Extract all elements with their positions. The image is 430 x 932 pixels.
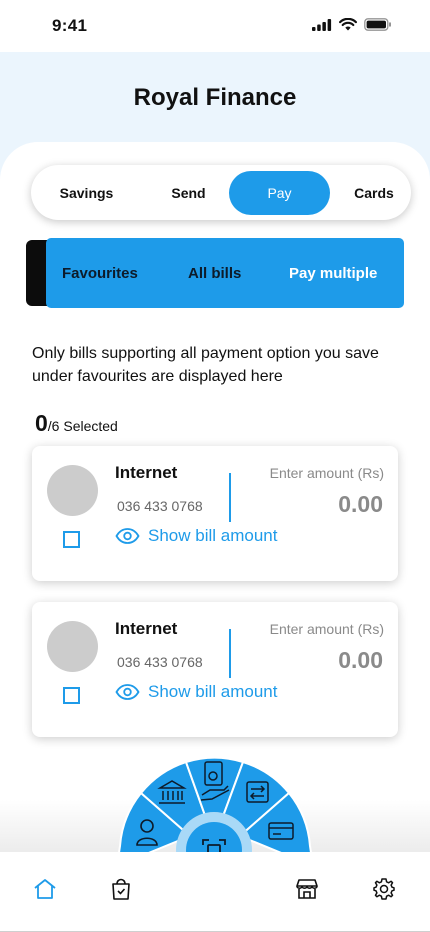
eye-icon (115, 684, 140, 700)
home-icon (34, 879, 56, 899)
nav-settings[interactable] (369, 874, 399, 904)
status-icons (312, 18, 392, 31)
card-divider (229, 473, 231, 522)
tab-cards[interactable]: Cards (337, 171, 411, 215)
tab-send[interactable]: Send (141, 171, 236, 215)
settings-icon (373, 878, 395, 900)
subtab-all-bills[interactable]: All bills (188, 238, 241, 308)
wifi-icon (339, 18, 357, 31)
info-text: Only bills supporting all payment option… (32, 345, 379, 385)
show-bill-amount-link[interactable]: Show bill amount (115, 682, 277, 702)
store-icon (296, 879, 318, 899)
biller-avatar (47, 621, 98, 672)
selected-label: /6 Selected (47, 418, 118, 434)
tab-savings[interactable]: Savings (39, 171, 134, 215)
battery-icon (364, 18, 391, 31)
tab-pay[interactable]: Pay (229, 171, 330, 215)
amount-input[interactable]: 0.00 (338, 647, 383, 674)
show-bill-amount-link[interactable]: Show bill amount (115, 526, 277, 546)
subtab-pay-multiple[interactable]: Pay multiple (289, 238, 377, 308)
show-bill-amount-label: Show bill amount (148, 526, 278, 545)
main-tabs: Savings Send Pay Cards (31, 165, 411, 220)
selected-count: 0 /6 Selected (35, 410, 118, 437)
amount-input[interactable]: 0.00 (338, 491, 383, 518)
bill-card[interactable]: Internet 036 433 0768 Enter amount (Rs) … (32, 446, 398, 581)
nav-store[interactable] (292, 874, 322, 904)
bill-subtabs: Favourites All bills Pay multiple (46, 238, 404, 308)
amount-label: Enter amount (Rs) (269, 465, 384, 481)
bottom-navigation (0, 852, 430, 932)
selected-number: 0 (35, 410, 48, 436)
bill-number: 036 433 0768 (117, 498, 203, 514)
nav-home[interactable] (30, 874, 60, 904)
card-divider (229, 629, 231, 678)
eye-icon (115, 528, 140, 544)
bill-number: 036 433 0768 (117, 654, 203, 670)
nav-shopping[interactable] (106, 874, 136, 904)
show-bill-amount-label: Show bill amount (148, 682, 278, 701)
bill-name: Internet (115, 619, 178, 638)
status-bar: 9:41 (0, 0, 430, 52)
bill-name: Internet (115, 463, 178, 482)
status-time: 9:41 (52, 16, 88, 35)
page-title: Royal Finance (133, 84, 297, 111)
cellular-signal-icon (312, 18, 332, 31)
subtab-favourites[interactable]: Favourites (62, 238, 138, 308)
select-bill-checkbox[interactable] (63, 687, 80, 704)
bill-card[interactable]: Internet 036 433 0768 Enter amount (Rs) … (32, 602, 398, 737)
biller-avatar (47, 465, 98, 516)
select-bill-checkbox[interactable] (63, 531, 80, 548)
amount-label: Enter amount (Rs) (269, 621, 384, 637)
shopping-bag-icon (112, 878, 130, 900)
